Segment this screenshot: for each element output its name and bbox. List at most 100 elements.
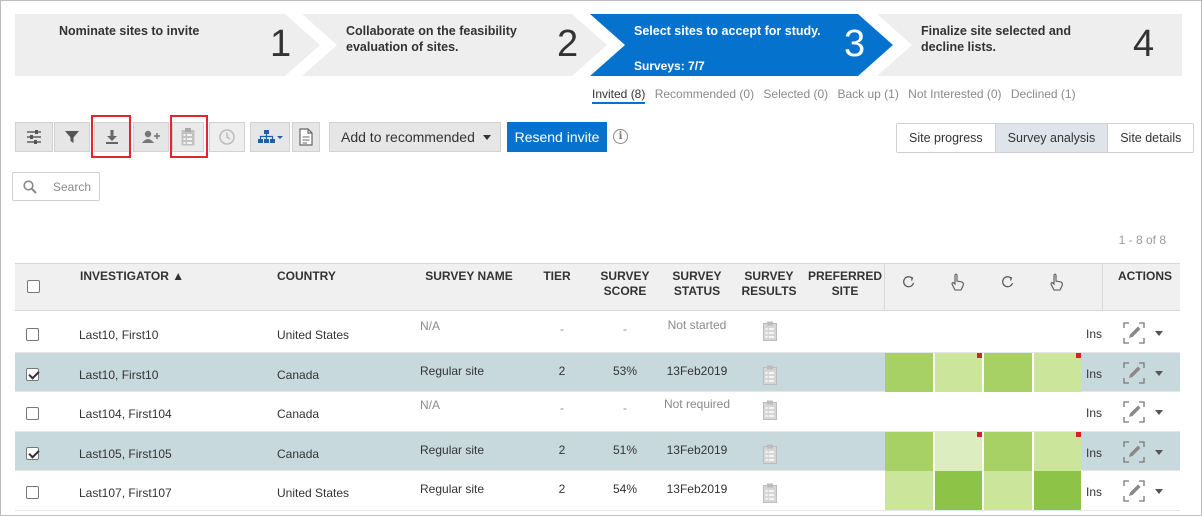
- heatmap-cell[interactable]: [934, 431, 984, 471]
- filter-button[interactable]: [54, 122, 90, 152]
- add-user-button[interactable]: [133, 122, 169, 152]
- refresh-icon[interactable]: [901, 274, 917, 290]
- heatmap-cell[interactable]: [885, 352, 935, 392]
- survey-results-button[interactable]: [763, 321, 777, 344]
- investigator-name[interactable]: Last105, First105: [79, 447, 172, 461]
- survey-results-button[interactable]: [763, 365, 777, 388]
- col-survey-status[interactable]: SURVEY STATUS: [662, 269, 732, 299]
- tab-invited[interactable]: Invited (8): [592, 87, 646, 104]
- heatmap-cell[interactable]: [885, 471, 935, 510]
- country: Canada: [277, 367, 320, 382]
- heatmap-cell[interactable]: [885, 431, 935, 471]
- row-checkbox[interactable]: [26, 328, 39, 341]
- row-ins-label: Ins: [1086, 445, 1103, 460]
- survey-results-button[interactable]: [763, 444, 777, 467]
- col-survey-score-line1: SURVEY: [600, 269, 650, 283]
- heatmap-cell[interactable]: [934, 471, 984, 510]
- site-progress-button[interactable]: Site progress: [897, 124, 995, 152]
- survey-heatmap: [885, 471, 1081, 510]
- tab-declined[interactable]: Declined (1): [1011, 87, 1076, 101]
- col-country[interactable]: COUNTRY: [277, 269, 336, 284]
- survey-analysis-button[interactable]: Survey analysis: [994, 124, 1109, 152]
- settings-sliders-icon: [27, 130, 41, 144]
- settings-button[interactable]: [15, 122, 53, 152]
- chevron-down-icon[interactable]: [1155, 370, 1163, 376]
- survey-results-button[interactable]: [763, 483, 777, 506]
- survey-status: Not started: [667, 318, 727, 332]
- heatmap-cell[interactable]: [984, 352, 1034, 392]
- select-all-checkbox[interactable]: [27, 280, 40, 293]
- chevron-down-icon[interactable]: [1155, 331, 1163, 336]
- column-divider: [884, 264, 885, 310]
- survey-name: N/A: [420, 398, 441, 412]
- survey-name: N/A: [420, 319, 441, 333]
- search-input[interactable]: Search: [12, 172, 100, 201]
- heatmap-cell[interactable]: [1033, 431, 1081, 471]
- col-survey-results[interactable]: SURVEY RESULTS: [734, 269, 804, 299]
- step-4-number: 4: [1133, 23, 1155, 65]
- investigator-name[interactable]: Last104, First104: [79, 407, 172, 421]
- table-row[interactable]: Last107, First107 United States Regular si…: [15, 471, 1180, 511]
- document-button[interactable]: [292, 122, 320, 152]
- col-tier[interactable]: TIER: [535, 269, 579, 284]
- comment-flag: [977, 352, 982, 358]
- col-preferred-site-line2: SITE: [831, 284, 859, 298]
- column-divider: [1102, 264, 1103, 310]
- heatmap-cell[interactable]: [934, 352, 984, 392]
- hierarchy-button[interactable]: [250, 122, 290, 152]
- investigator-name[interactable]: Last107, First107: [79, 486, 172, 500]
- table-row[interactable]: Last104, First104 Canada N/A - - Not required…: [15, 392, 1180, 432]
- comment-flag: [1076, 431, 1081, 437]
- tab-back-up[interactable]: Back up (1): [837, 87, 898, 101]
- heatmap-cell[interactable]: [1033, 471, 1081, 510]
- site-details-button[interactable]: Site details: [1108, 124, 1194, 152]
- heatmap-cell[interactable]: [984, 471, 1034, 510]
- tab-not-interested[interactable]: Not Interested (0): [908, 87, 1001, 101]
- tab-recommended[interactable]: Recommended (0): [655, 87, 754, 101]
- col-preferred-site[interactable]: PREFERRED SITE: [806, 269, 884, 299]
- edit-icon: [1123, 440, 1145, 463]
- survey-results-button[interactable]: [763, 400, 777, 423]
- pointer-icon[interactable]: [1049, 273, 1065, 291]
- chevron-down-icon[interactable]: [1155, 410, 1163, 415]
- country: Canada: [277, 407, 320, 421]
- action-select[interactable]: Add to recommended: [329, 122, 501, 152]
- search-icon: [23, 180, 37, 194]
- country: United States: [277, 328, 350, 342]
- chevron-down-icon[interactable]: [1155, 449, 1163, 455]
- heatmap-cell[interactable]: [1033, 352, 1081, 392]
- row-checkbox[interactable]: [26, 367, 39, 381]
- table-row[interactable]: Last10, First10 Canada Regular site 2 53% 13F…: [15, 352, 1180, 392]
- survey-score: 53%: [612, 363, 638, 378]
- history-button[interactable]: [209, 122, 245, 152]
- survey-status: 13Feb2019: [666, 482, 728, 496]
- pointer-icon[interactable]: [950, 273, 966, 291]
- col-actions: ACTIONS: [1118, 269, 1172, 283]
- search-placeholder: Search: [53, 180, 92, 194]
- view-switcher: Site progress Survey analysis Site detai…: [896, 123, 1195, 153]
- investigator-name[interactable]: Last10, First10: [79, 368, 158, 382]
- resend-invite-button[interactable]: Resend invite: [507, 122, 607, 152]
- heatmap-cell[interactable]: [984, 431, 1034, 471]
- row-ins-label: Ins: [1086, 406, 1103, 420]
- row-checkbox[interactable]: [26, 446, 39, 460]
- tab-selected[interactable]: Selected (0): [763, 87, 828, 101]
- table-row[interactable]: Last10, First10 United States N/A - - Not sta…: [15, 313, 1180, 353]
- survey-status: 13Feb2019: [666, 363, 728, 378]
- chevron-down-icon[interactable]: [1155, 489, 1163, 494]
- row-checkbox[interactable]: [26, 407, 39, 420]
- survey-heatmap: [885, 352, 1081, 392]
- survey-score: 54%: [612, 482, 638, 496]
- info-icon[interactable]: i: [613, 129, 628, 144]
- col-survey-score[interactable]: SURVEY SCORE: [590, 269, 660, 299]
- row-checkbox[interactable]: [26, 486, 39, 499]
- col-survey-name[interactable]: SURVEY NAME: [419, 269, 519, 284]
- action-select-label: Add to recommended: [341, 129, 475, 145]
- col-investigator[interactable]: INVESTIGATOR ▲: [80, 269, 184, 284]
- survey-highlight: [170, 115, 208, 158]
- refresh-icon[interactable]: [1000, 274, 1016, 290]
- survey-status: Not required: [663, 397, 731, 411]
- investigator-name[interactable]: Last10, First10: [79, 328, 158, 342]
- chevron-down-icon: [483, 135, 491, 140]
- table-row[interactable]: Last105, First105 Canada Regular site 2 51% 1…: [15, 431, 1180, 471]
